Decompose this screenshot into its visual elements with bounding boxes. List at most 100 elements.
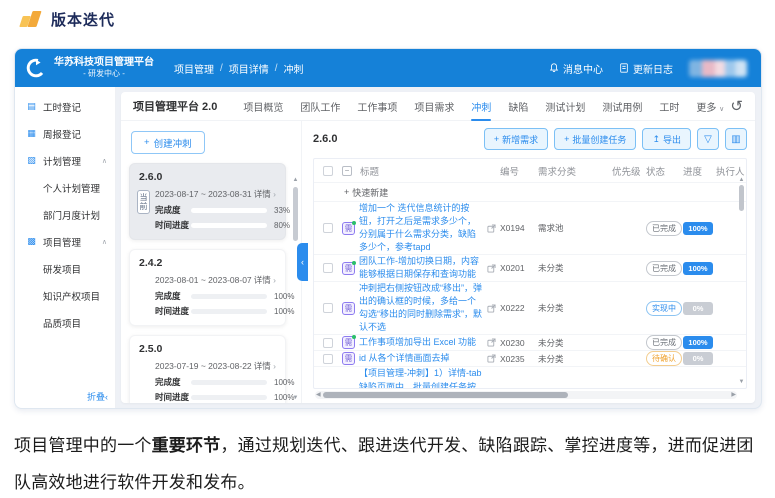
project-icon: ▩ [26,236,37,247]
sidebar-item-rd-project[interactable]: 研发项目 [15,255,115,282]
tab-sprint[interactable]: 冲刺 [471,92,491,121]
row-checkbox[interactable] [323,338,333,348]
message-center-button[interactable]: 消息中心 [549,61,603,76]
tab-test-cases[interactable]: 测试用例 [602,92,642,121]
sidebar-collapse-button[interactable]: 折叠‹ [87,390,108,403]
scrollbar-thumb[interactable] [323,392,568,398]
progress-badge: 0% [683,352,713,365]
export-button[interactable]: ↥导出 [642,128,691,150]
collapse-panel-handle[interactable]: ‹ [297,243,308,281]
row-checkbox[interactable] [323,223,333,233]
table-horizontal-scrollbar[interactable]: ◀ ▶ [315,391,737,399]
plus-icon: + [144,137,150,148]
work-item-title[interactable]: 冲刺把右侧按钮改成“移出”，弹出的确认框的时候，多给一个勾选“移出的同时删除需求… [359,282,483,334]
table-vertical-scrollbar[interactable]: ▲ ▼ [738,184,745,378]
completion-label: 完成度 [155,204,191,216]
column-executor: 执行人 [716,164,746,178]
tab-project-requirements[interactable]: 项目需求 [414,92,454,121]
work-item-code: X0194 [500,223,536,233]
scroll-right-icon[interactable]: ▶ [731,391,736,399]
requirement-icon: 需 [342,336,355,349]
time-progress-bar [191,309,267,314]
row-checkbox[interactable] [323,303,333,313]
plus-icon: + [344,187,349,197]
column-settings-button[interactable]: ▥ [725,128,747,150]
tab-team-work[interactable]: 团队工作 [300,92,340,121]
open-link-icon[interactable] [487,224,496,233]
breadcrumb-item[interactable]: 项目管理 [174,61,214,76]
column-status: 状态 [646,164,683,178]
breadcrumb-item[interactable]: 冲刺 [284,61,304,76]
open-link-icon[interactable] [487,338,496,347]
user-avatar[interactable] [689,60,747,77]
quick-create-button[interactable]: +快速新建 [314,183,746,202]
tab-project-overview[interactable]: 项目概览 [243,92,283,121]
completion-label: 完成度 [155,290,191,302]
update-log-button[interactable]: 更新日志 [619,61,673,76]
select-all-checkbox[interactable] [323,166,333,176]
sidebar-item-weekly-report[interactable]: ▦ 周报登记 [15,120,115,147]
breadcrumb-item[interactable]: 项目详情 [229,61,269,76]
tab-defects[interactable]: 缺陷 [508,92,528,121]
scroll-down-icon[interactable]: ▼ [738,379,745,385]
completion-bar [191,208,267,213]
sidebar-item-dept-monthly-plan[interactable]: 部门月度计划 [15,201,115,228]
sprint-card-2-6-0[interactable]: 2.6.0 当前 2023-08-17 ~ 2023-08-31 详情 › 完成… [129,163,286,240]
sidebar-group-project[interactable]: ▩ 项目管理 ∧ [15,228,115,255]
column-progress: 进度 [683,164,716,178]
open-link-icon[interactable] [487,354,496,363]
scrollbar-thumb[interactable] [293,187,298,241]
tab-work-hours[interactable]: 工时 [659,92,679,121]
tab-work-items[interactable]: 工作事项 [357,92,397,121]
scroll-up-icon[interactable]: ▲ [738,177,745,183]
work-item-title[interactable]: 工作事项增加导出 Excel 功能 [359,336,483,349]
time-progress-label: 时间进度 [155,305,191,317]
open-link-icon[interactable] [487,264,496,273]
collapse-all-icon[interactable]: − [342,166,352,176]
table-row: 缺 【项目管理-冲刺】1）详情-tab缺陷页面中，批量创建任务按钮感觉多余，需要… [314,367,746,388]
tab-test-plan[interactable]: 测试计划 [545,92,585,121]
row-checkbox[interactable] [323,354,333,364]
sprint-card-2-5-0[interactable]: 2.5.0 2023-07-19 ~ 2023-08-22 详情 › 完成度 [129,335,286,403]
scroll-down-icon[interactable]: ▼ [292,395,299,401]
scrollbar-thumb[interactable] [739,185,744,211]
add-requirement-button[interactable]: +新增需求 [484,128,548,150]
back-icon[interactable]: ↺ [730,99,743,114]
work-item-code: X0201 [500,263,536,273]
sidebar-item-quality-project[interactable]: 品质项目 [15,309,115,336]
description-text: 项目管理中的一个重要环节，通过规划迭代、跟进迭代开发、缺陷跟踪、掌控进度等，进而… [14,427,764,498]
sidebar-item-ip-project[interactable]: 知识产权项目 [15,282,115,309]
tab-more[interactable]: 更多 ∨ [696,92,724,121]
create-sprint-button[interactable]: + 创建冲刺 [131,131,205,154]
chevron-right-icon: › [273,275,276,285]
sprint-detail-link[interactable]: 详情 › [254,360,276,372]
sprint-list-scrollbar[interactable]: ▲ ▼ [292,185,299,393]
chevron-right-icon: › [273,361,276,371]
export-icon: ↥ [652,134,660,145]
chevron-up-icon: ∧ [102,238,107,246]
column-title: 标题 [360,164,379,178]
open-link-icon[interactable] [487,304,496,313]
sprint-detail-link[interactable]: 详情 › [254,188,276,200]
column-priority: 优先级 [612,164,646,178]
bell-icon [549,63,559,73]
work-item-title[interactable]: 团队工作-增加切换日期，内容能够根据日期保存和查询功能 [359,255,483,281]
batch-create-task-button[interactable]: +批量创建任务 [554,128,636,150]
scroll-up-icon[interactable]: ▲ [292,177,299,183]
work-item-title[interactable]: 增加一个 迭代信息统计的按钮，打开之后是需求多少个，分别属于什么需求分类，缺陷多… [359,202,483,254]
tab-bar: 项目概览 团队工作 工作事项 项目需求 冲刺 缺陷 测试计划 测试用例 工时 更… [243,92,724,121]
plus-icon: + [494,134,499,144]
status-badge: 已完成 [646,335,682,350]
sidebar-item-personal-plan[interactable]: 个人计划管理 [15,174,115,201]
filter-button[interactable]: ▽ [697,128,719,150]
sidebar-item-timesheet[interactable]: ▤ 工时登记 [15,93,115,120]
work-item-category: 未分类 [536,337,612,349]
work-item-title[interactable]: id 从各个详情画面去掉 [359,352,483,365]
row-checkbox[interactable] [323,263,333,273]
requirement-icon: 需 [342,262,355,275]
scroll-left-icon[interactable]: ◀ [316,391,321,399]
work-item-title[interactable]: 【项目管理-冲刺】1）详情-tab缺陷页面中，批量创建任务按钮感觉多余，需要自己… [359,367,483,388]
sprint-card-2-4-2[interactable]: 2.4.2 2023-08-01 ~ 2023-08-07 详情 › 完成度 [129,249,286,326]
sprint-detail-link[interactable]: 详情 › [254,274,276,286]
sidebar-group-plan[interactable]: ▧ 计划管理 ∧ [15,147,115,174]
